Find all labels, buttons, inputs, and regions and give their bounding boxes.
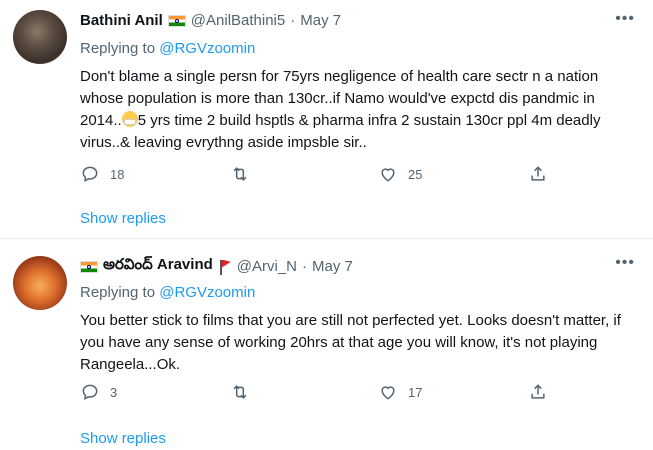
share-button[interactable] [528,164,548,184]
tweet-date[interactable]: May 7 [312,258,353,275]
retweet-button[interactable] [230,164,250,184]
reply-count: 18 [110,166,125,182]
replying-prefix: Replying to [80,40,156,57]
avatar[interactable] [13,256,67,310]
share-button[interactable] [528,382,548,402]
user-handle[interactable]: @Arvi_N [237,258,297,275]
replying-prefix: Replying to [80,284,156,301]
replying-to: Replying to @RGVzoomin [80,40,255,57]
reply-icon [82,166,98,183]
tweet[interactable]: అరవింద్ Aravind @Arvi_N · May 7 ••• Repl… [0,240,653,450]
share-icon [531,166,545,181]
separator-dot: · [290,12,296,29]
tweet-text: You better stick to films that you are s… [80,312,621,373]
tweet-header: అరవింద్ Aravind @Arvi_N · May 7 [80,256,353,277]
india-flag-icon [167,14,186,27]
retweet-icon [233,167,247,181]
like-count: 17 [408,384,423,400]
action-bar: 18 25 [80,164,560,188]
like-button[interactable]: 17 [378,382,422,402]
like-button[interactable]: 25 [378,164,422,184]
tweet-header: Bathini Anil @AnilBathini5 · May 7 [80,12,341,29]
replying-to: Replying to @RGVzoomin [80,284,255,301]
like-icon [381,168,395,182]
tweet-text: Don't blame a single persn for 75yrs neg… [80,66,640,154]
tweet-text-part: 5 yrs time 2 build hsptls & pharma infra… [80,112,601,151]
reply-count: 3 [110,384,118,400]
red-flag-icon [218,259,232,275]
more-icon[interactable]: ••• [615,254,635,272]
india-flag-icon [80,260,98,273]
mention-link[interactable]: @RGVzoomin [159,284,255,301]
reply-button[interactable]: 18 [80,164,124,184]
divider [0,238,653,239]
reply-button[interactable]: 3 [80,382,117,402]
retweet-button[interactable] [230,382,250,402]
display-name[interactable]: అరవింద్ Aravind [103,256,213,277]
mention-link[interactable]: @RGVzoomin [159,40,255,57]
retweet-icon [233,385,247,399]
tweet-date[interactable]: May 7 [300,12,341,29]
show-replies-link[interactable]: Show replies [80,430,166,447]
separator-dot: · [302,258,308,275]
share-icon [531,384,545,399]
like-count: 25 [408,166,423,182]
user-handle[interactable]: @AnilBathini5 [191,12,285,29]
face-with-medical-mask-icon [121,111,138,127]
tweet[interactable]: Bathini Anil @AnilBathini5 · May 7 ••• R… [0,0,653,240]
avatar[interactable] [13,10,67,64]
action-bar: 3 17 [80,382,560,406]
show-replies-link[interactable]: Show replies [80,210,166,227]
more-icon[interactable]: ••• [615,10,635,28]
display-name[interactable]: Bathini Anil [80,12,163,29]
reply-icon [82,384,98,401]
like-icon [381,386,395,400]
